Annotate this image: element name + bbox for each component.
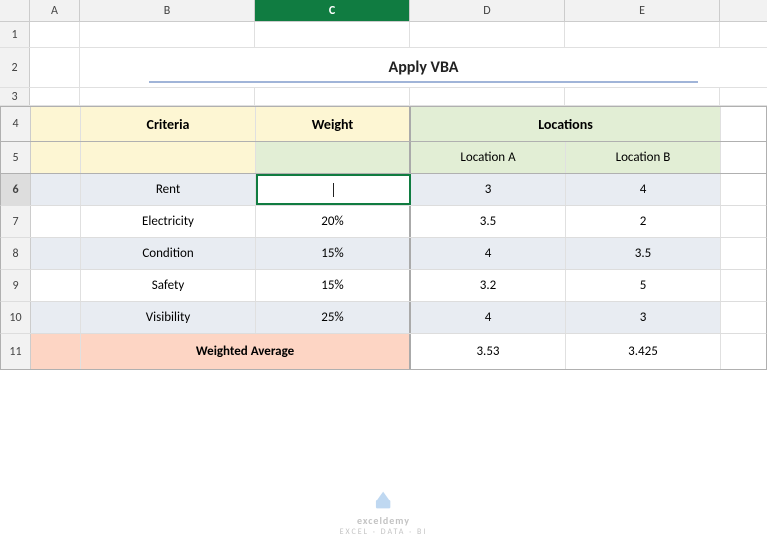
cell-b7-electricity[interactable]: Electricity — [81, 206, 256, 237]
row-num-8: 8 — [1, 238, 31, 269]
cell-a3[interactable] — [30, 88, 80, 105]
cell-d1[interactable] — [410, 22, 565, 47]
col-header-d[interactable]: D — [410, 0, 565, 21]
grid-body: 1 2 Apply VBA 3 4 — [0, 22, 767, 547]
cell-d8-condition-loca[interactable]: 4 — [411, 238, 566, 269]
cell-c9-safety-weight[interactable]: 15% — [256, 270, 411, 301]
cell-a10[interactable] — [31, 302, 81, 333]
row-9-safety: 9 Safety 15% 3.2 5 — [0, 270, 767, 302]
cell-e8-condition-locb[interactable]: 3.5 — [566, 238, 721, 269]
cell-e10-visibility-locb[interactable]: 3 — [566, 302, 721, 333]
row-3: 3 — [0, 88, 767, 106]
col-header-c[interactable]: C — [255, 0, 410, 21]
location-a-header: Location A — [411, 142, 566, 173]
cell-c8-condition-weight[interactable]: 15% — [256, 238, 411, 269]
column-headers: A B C D E — [0, 0, 767, 22]
cell-b11-c11-weighted-avg-label: Weighted Average — [81, 334, 411, 369]
cell-d11-weighted-avg-loca[interactable]: 3.53 — [411, 334, 566, 369]
cell-b6-rent[interactable]: Rent — [81, 174, 256, 205]
cell-c6-active[interactable] — [256, 174, 411, 205]
corner-cell — [0, 0, 30, 21]
watermark-logo-icon — [371, 488, 395, 512]
location-b-header: Location B — [566, 142, 721, 173]
cell-a11[interactable] — [31, 334, 81, 369]
locations-header: Locations — [411, 107, 721, 141]
col-header-a[interactable]: A — [30, 0, 80, 21]
cell-d3[interactable] — [410, 88, 565, 105]
spreadsheet: A B C D E 1 2 Apply VBA 3 — [0, 0, 767, 547]
row-num-5: 5 — [1, 142, 31, 173]
title-cell: Apply VBA — [80, 48, 767, 87]
cell-b9-safety[interactable]: Safety — [81, 270, 256, 301]
cell-d10-visibility-loca[interactable]: 4 — [411, 302, 566, 333]
weight-header: Weight — [256, 107, 411, 141]
cell-a5[interactable] — [31, 142, 81, 173]
cell-e9-safety-locb[interactable]: 5 — [566, 270, 721, 301]
cursor — [333, 183, 334, 197]
row-11-weighted-avg: 11 Weighted Average 3.53 3.425 — [0, 334, 767, 370]
cell-c10-visibility-weight[interactable]: 25% — [256, 302, 411, 333]
cell-a1[interactable] — [30, 22, 80, 47]
criteria-header: Criteria — [81, 107, 256, 141]
row-8-condition: 8 Condition 15% 4 3.5 — [0, 238, 767, 270]
cell-c3[interactable] — [255, 88, 410, 105]
cell-a7[interactable] — [31, 206, 81, 237]
cell-e7-electricity-locb[interactable]: 2 — [566, 206, 721, 237]
cell-c7-electricity-weight[interactable]: 20% — [256, 206, 411, 237]
row-num-9: 9 — [1, 270, 31, 301]
row-num-4: 4 — [1, 107, 31, 141]
row-5-subheaders: 5 Location A Location B — [0, 142, 767, 174]
row-10-visibility: 10 Visibility 25% 4 3 — [0, 302, 767, 334]
cell-a4[interactable] — [31, 107, 81, 141]
cell-c5[interactable] — [256, 142, 411, 173]
cell-b8-condition[interactable]: Condition — [81, 238, 256, 269]
col-header-b[interactable]: B — [80, 0, 255, 21]
row-6-rent: 6 Rent 3 4 — [0, 174, 767, 206]
cell-e3[interactable] — [565, 88, 720, 105]
cell-a2[interactable] — [30, 48, 80, 87]
cell-e6-rent-locb[interactable]: 4 — [566, 174, 721, 205]
col-header-e[interactable]: E — [565, 0, 720, 21]
cell-b10-visibility[interactable]: Visibility — [81, 302, 256, 333]
row-num-3: 3 — [0, 88, 30, 105]
row-num-2: 2 — [0, 48, 30, 87]
cell-e1[interactable] — [565, 22, 720, 47]
cell-a8[interactable] — [31, 238, 81, 269]
title-underline — [149, 81, 699, 83]
cell-b3[interactable] — [80, 88, 255, 105]
cell-b5[interactable] — [81, 142, 256, 173]
row-num-1: 1 — [0, 22, 30, 47]
cell-d9-safety-loca[interactable]: 3.2 — [411, 270, 566, 301]
cell-d6-rent-loca[interactable]: 3 — [411, 174, 566, 205]
cell-a9[interactable] — [31, 270, 81, 301]
cell-d7-electricity-loca[interactable]: 3.5 — [411, 206, 566, 237]
cell-c1[interactable] — [255, 22, 410, 47]
row-num-6: 6 — [1, 174, 31, 205]
cell-b1[interactable] — [80, 22, 255, 47]
row-1: 1 — [0, 22, 767, 48]
row-num-7: 7 — [1, 206, 31, 237]
watermark: exceldemy EXCEL · DATA · BI — [340, 488, 428, 537]
row-4-headers: 4 Criteria Weight Locations — [0, 106, 767, 142]
cell-e11-weighted-avg-locb[interactable]: 3.425 — [566, 334, 721, 369]
row-2: 2 Apply VBA — [0, 48, 767, 88]
title-text: Apply VBA — [389, 58, 459, 77]
row-7-electricity: 7 Electricity 20% 3.5 2 — [0, 206, 767, 238]
row-num-11: 11 — [1, 334, 31, 369]
row-num-10: 10 — [1, 302, 31, 333]
cell-a6[interactable] — [31, 174, 81, 205]
